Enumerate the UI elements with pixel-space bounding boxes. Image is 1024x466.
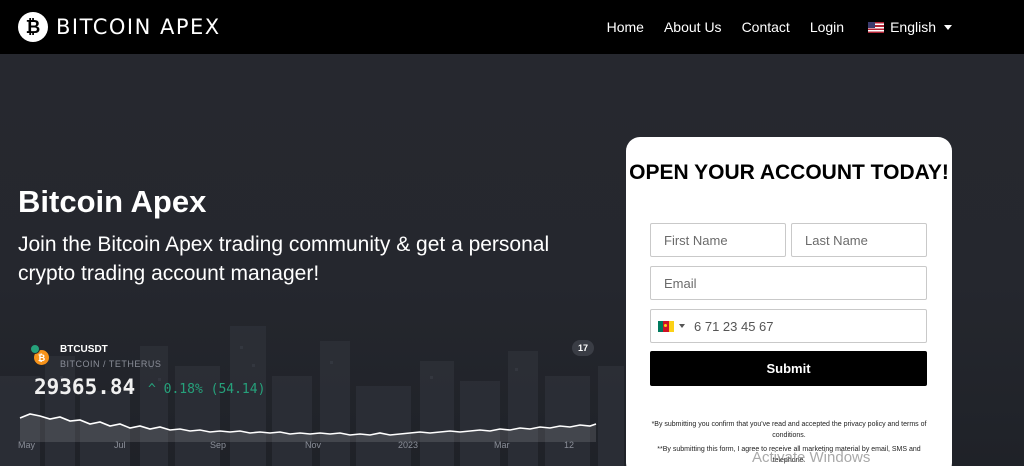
hero-title: Bitcoin Apex: [18, 184, 207, 219]
phone-field: [650, 309, 927, 343]
cameroon-flag-icon[interactable]: [658, 320, 674, 332]
ticker-pair-name: BITCOIN / TETHERUS: [60, 359, 162, 369]
tether-coin-icon: [30, 344, 40, 354]
tradingview-logo-icon[interactable]: 17: [572, 340, 594, 356]
phone-input[interactable]: [694, 318, 914, 334]
axis-label: 12: [564, 440, 575, 450]
price-sparkline: [19, 413, 597, 442]
first-name-field[interactable]: [650, 223, 786, 257]
hero-subtitle: Join the Bitcoin Apex trading community …: [18, 233, 550, 285]
ticker-symbol: BTCUSDT: [60, 344, 108, 355]
os-activation-watermark: Activate Windows: [752, 449, 871, 466]
ticker-month-axis: May Jul Sep Nov 2023 Mar 12: [18, 440, 598, 454]
chevron-down-icon: [944, 24, 952, 30]
signup-form-card: OPEN YOUR ACCOUNT TODAY! Submit *By subm…: [626, 137, 952, 466]
submit-button[interactable]: Submit: [650, 351, 927, 386]
us-flag-icon: [868, 21, 885, 33]
privacy-disclaimer: *By submitting you confirm that you've r…: [651, 421, 927, 439]
nav-home[interactable]: Home: [607, 19, 644, 35]
nav-contact[interactable]: Contact: [742, 19, 790, 35]
axis-label: Jul: [114, 440, 126, 450]
ticker-change: ^ 0.18% (54.14): [148, 382, 266, 397]
email-field[interactable]: [650, 266, 927, 300]
last-name-field[interactable]: [791, 223, 927, 257]
language-selector[interactable]: English: [868, 19, 952, 35]
country-dropdown-icon[interactable]: [679, 324, 685, 328]
axis-label: May: [18, 440, 36, 450]
axis-label: Sep: [210, 440, 227, 450]
main-nav: Home About Us Contact Login English: [587, 0, 952, 54]
brand-logo[interactable]: ₿ BITCOIN APEX: [18, 12, 221, 42]
brand-name: BITCOIN APEX: [56, 15, 221, 39]
bitcoin-logo-icon: ₿: [18, 12, 48, 42]
ticker-price: 29365.84: [34, 375, 136, 399]
axis-label: Mar: [494, 440, 510, 450]
nav-login[interactable]: Login: [810, 19, 844, 35]
language-label: English: [890, 19, 936, 35]
top-nav-bar: ₿ BITCOIN APEX Home About Us Contact Log…: [0, 0, 1024, 54]
axis-label: Nov: [305, 440, 322, 450]
axis-label: 2023: [398, 440, 419, 450]
form-title: OPEN YOUR ACCOUNT TODAY!: [629, 161, 949, 184]
nav-about-us[interactable]: About Us: [664, 19, 722, 35]
